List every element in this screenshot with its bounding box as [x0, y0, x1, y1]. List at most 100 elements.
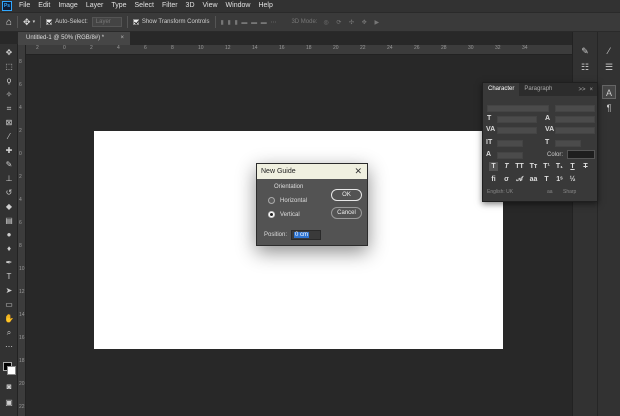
menu-type[interactable]: Type — [107, 0, 130, 12]
swash-icon[interactable]: 𝒜 — [515, 175, 524, 184]
baseline-shift-field[interactable] — [497, 152, 523, 159]
menu-view[interactable]: View — [199, 0, 222, 12]
brush-tool-icon[interactable]: ✎ — [4, 160, 14, 170]
close-icon[interactable]: × — [589, 87, 593, 93]
zoom-tool-icon[interactable]: ⌕ — [4, 328, 14, 338]
ok-button[interactable]: OK — [331, 189, 362, 201]
healing-brush-icon[interactable]: ✚ — [4, 146, 14, 156]
vertical-scale-field[interactable] — [497, 140, 523, 147]
path-select-icon[interactable]: ➤ — [4, 286, 14, 296]
chevron-down-icon[interactable]: ▾ — [33, 19, 36, 25]
leading-field[interactable] — [555, 116, 595, 123]
shape-tool-icon[interactable]: ▭ — [4, 300, 14, 310]
gradient-tool-icon[interactable]: ▤ — [4, 216, 14, 226]
paragraph-panel-icon[interactable]: ¶ — [602, 101, 616, 115]
magic-wand-icon[interactable]: ✧ — [4, 90, 14, 100]
ruler-tick: 32 — [495, 45, 501, 51]
frame-tool-icon[interactable]: ⊠ — [4, 118, 14, 128]
menu-filter[interactable]: Filter — [158, 0, 182, 12]
faux-italic-icon[interactable]: T — [502, 162, 511, 171]
align-icons[interactable]: ▮ ▮ ▮ ▬ ▬ ▬ ⋯ — [221, 19, 278, 26]
hand-tool-icon[interactable]: ✋ — [4, 314, 14, 324]
horizontal-scale-field[interactable] — [555, 140, 581, 147]
3d-tool-icons[interactable]: ◎ ⟳ ✣ ✥ ▶ — [323, 19, 382, 26]
position-input[interactable]: 0 cm — [291, 230, 321, 240]
panel-menu-icon[interactable]: >> — [578, 87, 585, 93]
history-brush-icon[interactable]: ↺ — [4, 188, 14, 198]
all-caps-icon[interactable]: TT — [515, 162, 524, 171]
background-color-swatch[interactable] — [7, 366, 16, 375]
horizontal-ruler[interactable]: 2 0 2 4 6 8 10 12 14 16 18 20 22 24 26 2… — [26, 45, 572, 55]
vertical-ruler[interactable]: 8 6 4 2 0 2 4 6 8 10 12 14 16 18 20 22 — [18, 45, 26, 416]
horizontal-radio[interactable] — [268, 197, 275, 204]
menu-file[interactable]: File — [15, 0, 34, 12]
cancel-button[interactable]: Cancel — [331, 207, 362, 219]
type-tool-icon[interactable]: T — [4, 272, 14, 282]
position-label: Position: — [264, 232, 288, 238]
eyedropper-tool-icon[interactable]: ⁄ — [4, 132, 14, 142]
font-style-field[interactable] — [555, 105, 595, 112]
auto-select-checkbox[interactable] — [46, 19, 53, 25]
ruler-tick: 2 — [19, 128, 22, 134]
move-tool-icon[interactable]: ✥ — [23, 17, 31, 28]
subscript-icon[interactable]: T₁ — [555, 162, 564, 171]
pen-tool-icon[interactable]: ✒ — [4, 258, 14, 268]
lasso-tool-icon[interactable]: ϙ — [4, 76, 14, 86]
menu-3d[interactable]: 3D — [182, 0, 199, 12]
titling-icon[interactable]: T — [542, 175, 551, 184]
more-tools-icon[interactable]: ⋯ — [4, 342, 14, 352]
ruler-tick: 14 — [252, 45, 258, 51]
underline-icon[interactable]: T — [568, 162, 577, 171]
move-tool-icon[interactable]: ✥ — [4, 48, 14, 58]
menu-layer[interactable]: Layer — [82, 0, 108, 12]
menu-help[interactable]: Help — [254, 0, 276, 12]
menu-edit[interactable]: Edit — [34, 0, 54, 12]
ligatures-icon[interactable]: fi — [489, 175, 498, 184]
kerning-field[interactable] — [497, 127, 537, 134]
screen-mode-icon[interactable]: ▣ — [4, 398, 14, 408]
crop-tool-icon[interactable]: ⌗ — [4, 104, 14, 114]
horizontal-radio-row[interactable]: Horizontal — [268, 197, 307, 204]
menu-window[interactable]: Window — [222, 0, 255, 12]
layer-dropdown[interactable]: Layer — [91, 17, 122, 27]
tab-character[interactable]: Character — [483, 83, 520, 96]
character-panel-icon[interactable]: A — [602, 85, 616, 99]
fractions-icon[interactable]: ½ — [568, 175, 577, 184]
oldstyle-icon[interactable]: σ — [502, 175, 511, 184]
language-dropdown[interactable]: English: UK — [487, 189, 513, 195]
horizontal-label: Horizontal — [280, 197, 308, 204]
layers-comp-icon[interactable]: ☰ — [602, 60, 616, 74]
document-tab[interactable]: Untitled-1 @ 50% (RGB/8#) * × — [18, 32, 130, 45]
marquee-tool-icon[interactable]: ⬚ — [4, 62, 14, 72]
vertical-radio-row[interactable]: Vertical — [268, 211, 300, 218]
eraser-tool-icon[interactable]: ◆ — [4, 202, 14, 212]
home-icon[interactable]: ⌂ — [6, 17, 12, 28]
properties-icon[interactable]: ⁄ — [602, 44, 616, 58]
menu-select[interactable]: Select — [131, 0, 158, 12]
stylistic-alt-icon[interactable]: aa — [529, 175, 538, 184]
quick-mask-icon[interactable]: ◙ — [4, 382, 14, 392]
ordinals-icon[interactable]: 1ˢ — [555, 175, 564, 184]
show-transform-label: Show Transform Controls — [141, 19, 210, 25]
vertical-radio[interactable] — [268, 211, 275, 218]
tracking-field[interactable] — [555, 127, 595, 134]
show-transform-checkbox[interactable] — [132, 19, 139, 25]
adjustments-icon[interactable]: ☷ — [578, 60, 592, 74]
dodge-tool-icon[interactable]: ♦ — [4, 244, 14, 254]
stamp-tool-icon[interactable]: ⊥ — [4, 174, 14, 184]
brush-settings-icon[interactable]: ✎ — [578, 44, 592, 58]
strikethrough-icon[interactable]: T — [581, 162, 590, 171]
font-family-field[interactable] — [487, 105, 549, 112]
text-color-swatch[interactable] — [567, 150, 595, 159]
antialias-dropdown[interactable]: Sharp — [563, 189, 576, 195]
small-caps-icon[interactable]: Tт — [529, 162, 538, 171]
font-size-field[interactable] — [497, 116, 537, 123]
close-icon[interactable]: ✕ — [354, 164, 362, 179]
tab-paragraph[interactable]: Paragraph — [519, 83, 557, 96]
dialog-title-bar[interactable]: New Guide ✕ — [257, 164, 367, 179]
menu-image[interactable]: Image — [54, 0, 81, 12]
close-icon[interactable]: × — [120, 32, 124, 45]
blur-tool-icon[interactable]: ● — [4, 230, 14, 240]
superscript-icon[interactable]: T¹ — [542, 162, 551, 171]
faux-bold-icon[interactable]: T — [489, 162, 498, 171]
